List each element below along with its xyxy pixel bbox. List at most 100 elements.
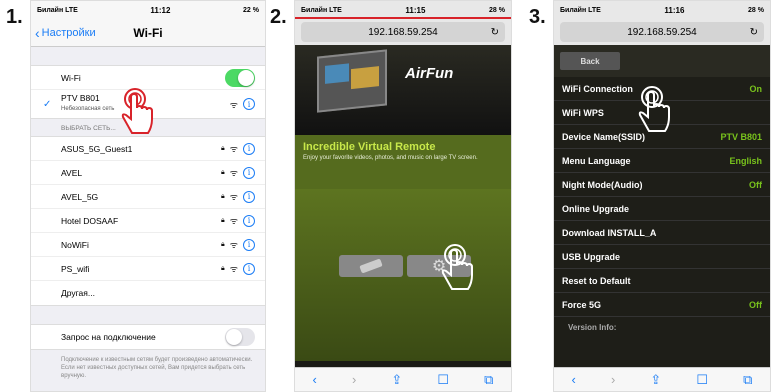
setting-row[interactable]: USB Upgrade bbox=[554, 245, 770, 269]
share-icon[interactable]: ⇪ bbox=[391, 372, 402, 388]
ask-join-toggle[interactable] bbox=[225, 328, 255, 346]
step-number-2: 2. bbox=[270, 6, 287, 28]
share-icon[interactable]: ⇪ bbox=[650, 372, 661, 388]
network-name: NoWiFi bbox=[61, 239, 89, 250]
ask-join-note: Подключение к известным сетям будет прои… bbox=[61, 357, 253, 379]
clock: 11:12 bbox=[150, 5, 171, 15]
reload-icon[interactable]: ↻ bbox=[750, 27, 758, 38]
headline-panel: Incredible Virtual Remote Enjoy your fav… bbox=[295, 135, 511, 189]
info-icon[interactable]: i bbox=[243, 142, 255, 155]
wifi-signal-icon: ᯤ bbox=[229, 144, 238, 154]
setting-label: Night Mode(Audio) bbox=[562, 179, 643, 190]
setting-row[interactable]: Menu Language English bbox=[554, 149, 770, 173]
info-icon[interactable]: i bbox=[243, 238, 255, 251]
wifi-signal-icon: ᯤ bbox=[229, 264, 238, 274]
url-text: 192.168.59.254 bbox=[627, 26, 697, 38]
setting-label: Download INSTALL_A bbox=[562, 227, 657, 238]
back-icon[interactable]: ‹ bbox=[572, 372, 576, 387]
carrier: Билайн LTE bbox=[37, 6, 78, 14]
network-row[interactable]: NoWiFi 🔒︎ ᯤ i bbox=[31, 233, 265, 257]
network-name: PS_wifi bbox=[61, 263, 90, 274]
battery: 28 % bbox=[748, 6, 764, 14]
carrier: Билайн LTE bbox=[560, 6, 601, 14]
status-bar: Билайн LTE 11:12 22 % bbox=[31, 1, 265, 19]
other-network-row[interactable]: Другая... bbox=[31, 281, 265, 305]
setting-value: English bbox=[729, 155, 762, 166]
network-name: AVEL_5G bbox=[61, 191, 99, 202]
tabs-icon[interactable]: ⧉ bbox=[484, 372, 493, 388]
connected-network-status: Небезопасная сеть bbox=[61, 106, 115, 112]
version-info: Version Info: bbox=[568, 323, 617, 332]
setting-label: Online Upgrade bbox=[562, 203, 630, 214]
info-icon[interactable]: i bbox=[243, 190, 255, 203]
hero-banner: AirFun bbox=[295, 45, 511, 135]
clock: 11:15 bbox=[405, 5, 426, 15]
setting-row[interactable]: Online Upgrade bbox=[554, 197, 770, 221]
url-field[interactable]: 192.168.59.254 ↻ bbox=[301, 22, 505, 42]
tap-hand-icon bbox=[441, 244, 473, 290]
step-number-1: 1. bbox=[6, 6, 23, 28]
tv-image bbox=[317, 49, 387, 113]
phone-wifi-settings: Билайн LTE 11:12 22 % ‹ Настройки Wi-Fi W… bbox=[30, 0, 266, 392]
tabs-icon[interactable]: ⧉ bbox=[743, 372, 752, 388]
back-button[interactable]: ‹ Настройки bbox=[31, 25, 96, 41]
wifi-signal-icon: ᯤ bbox=[229, 192, 238, 202]
carrier: Билайн LTE bbox=[301, 6, 342, 14]
setting-label: WiFi Connection bbox=[562, 83, 633, 94]
url-text: 192.168.59.254 bbox=[368, 26, 438, 38]
tap-hand-icon bbox=[638, 86, 670, 132]
lock-icon: 🔒︎ bbox=[221, 264, 225, 272]
setting-row[interactable]: Reset to Default bbox=[554, 269, 770, 293]
lock-icon: 🔒︎ bbox=[221, 240, 225, 248]
battery: 22 % bbox=[243, 6, 259, 14]
step-number-3: 3. bbox=[529, 6, 546, 28]
setting-label: Force 5G bbox=[562, 299, 602, 310]
network-row[interactable]: AVEL_5G 🔒︎ ᯤ i bbox=[31, 185, 265, 209]
setting-value: On bbox=[749, 83, 763, 94]
wifi-toggle[interactable] bbox=[225, 68, 255, 87]
setting-row[interactable]: Force 5G Off bbox=[554, 293, 770, 317]
network-name: AVEL bbox=[61, 167, 83, 178]
phone-airfun-home: Билайн LTE 11:15 28 % 192.168.59.254 ↻ A… bbox=[294, 0, 512, 392]
lock-icon: 🔒︎ bbox=[221, 144, 225, 152]
wifi-signal-icon: ᯤ bbox=[229, 99, 238, 110]
setting-label: Reset to Default bbox=[562, 275, 631, 286]
network-row[interactable]: Hotel DOSAAF 🔒︎ ᯤ i bbox=[31, 209, 265, 233]
bookmarks-icon[interactable]: ☐ bbox=[437, 372, 449, 388]
info-icon[interactable]: i bbox=[243, 214, 255, 227]
other-network-label: Другая... bbox=[61, 288, 95, 298]
clock: 11:16 bbox=[664, 5, 685, 15]
bookmarks-icon[interactable]: ☐ bbox=[696, 372, 708, 388]
setting-label: Menu Language bbox=[562, 155, 631, 166]
networks-list: ASUS_5G_Guest1 🔒︎ ᯤ i AVEL 🔒︎ ᯤ i AVEL_5G 🔒︎ ᯤ i Hot… bbox=[31, 136, 265, 306]
setting-label: WiFi WPS bbox=[562, 107, 604, 118]
info-icon[interactable]: i bbox=[243, 166, 255, 179]
url-field[interactable]: 192.168.59.254 ↻ bbox=[560, 22, 764, 42]
browser-toolbar: ‹ › ⇪ ☐ ⧉ bbox=[295, 367, 511, 391]
ask-join-label: Запрос на подключение bbox=[61, 332, 156, 342]
network-row[interactable]: PS_wifi 🔒︎ ᯤ i bbox=[31, 257, 265, 281]
setting-row[interactable]: Download INSTALL_A bbox=[554, 221, 770, 245]
battery: 28 % bbox=[489, 6, 505, 14]
info-icon[interactable]: i bbox=[243, 262, 255, 275]
forward-icon[interactable]: › bbox=[352, 372, 356, 387]
info-icon[interactable]: i bbox=[243, 98, 255, 110]
lock-icon: 🔒︎ bbox=[221, 216, 225, 224]
setting-value: PTV B801 bbox=[720, 131, 762, 142]
setting-value: Off bbox=[749, 179, 762, 190]
header-bar: Back bbox=[554, 45, 770, 77]
back-label: Настройки bbox=[41, 26, 96, 39]
chevron-left-icon: ‹ bbox=[35, 24, 40, 41]
back-icon[interactable]: ‹ bbox=[313, 372, 317, 387]
wifi-signal-icon: ᯤ bbox=[229, 240, 238, 250]
tap-hand-icon bbox=[121, 88, 153, 134]
remote-button[interactable] bbox=[339, 255, 403, 277]
status-bar: Билайн LTE 11:16 28 % bbox=[554, 1, 770, 19]
wifi-signal-icon: ᯤ bbox=[229, 216, 238, 226]
forward-icon[interactable]: › bbox=[611, 372, 615, 387]
setting-row[interactable]: Night Mode(Audio) Off bbox=[554, 173, 770, 197]
setting-label: USB Upgrade bbox=[562, 251, 621, 262]
back-button[interactable]: Back bbox=[560, 52, 620, 70]
reload-icon[interactable]: ↻ bbox=[491, 27, 499, 38]
network-row[interactable]: AVEL 🔒︎ ᯤ i bbox=[31, 161, 265, 185]
